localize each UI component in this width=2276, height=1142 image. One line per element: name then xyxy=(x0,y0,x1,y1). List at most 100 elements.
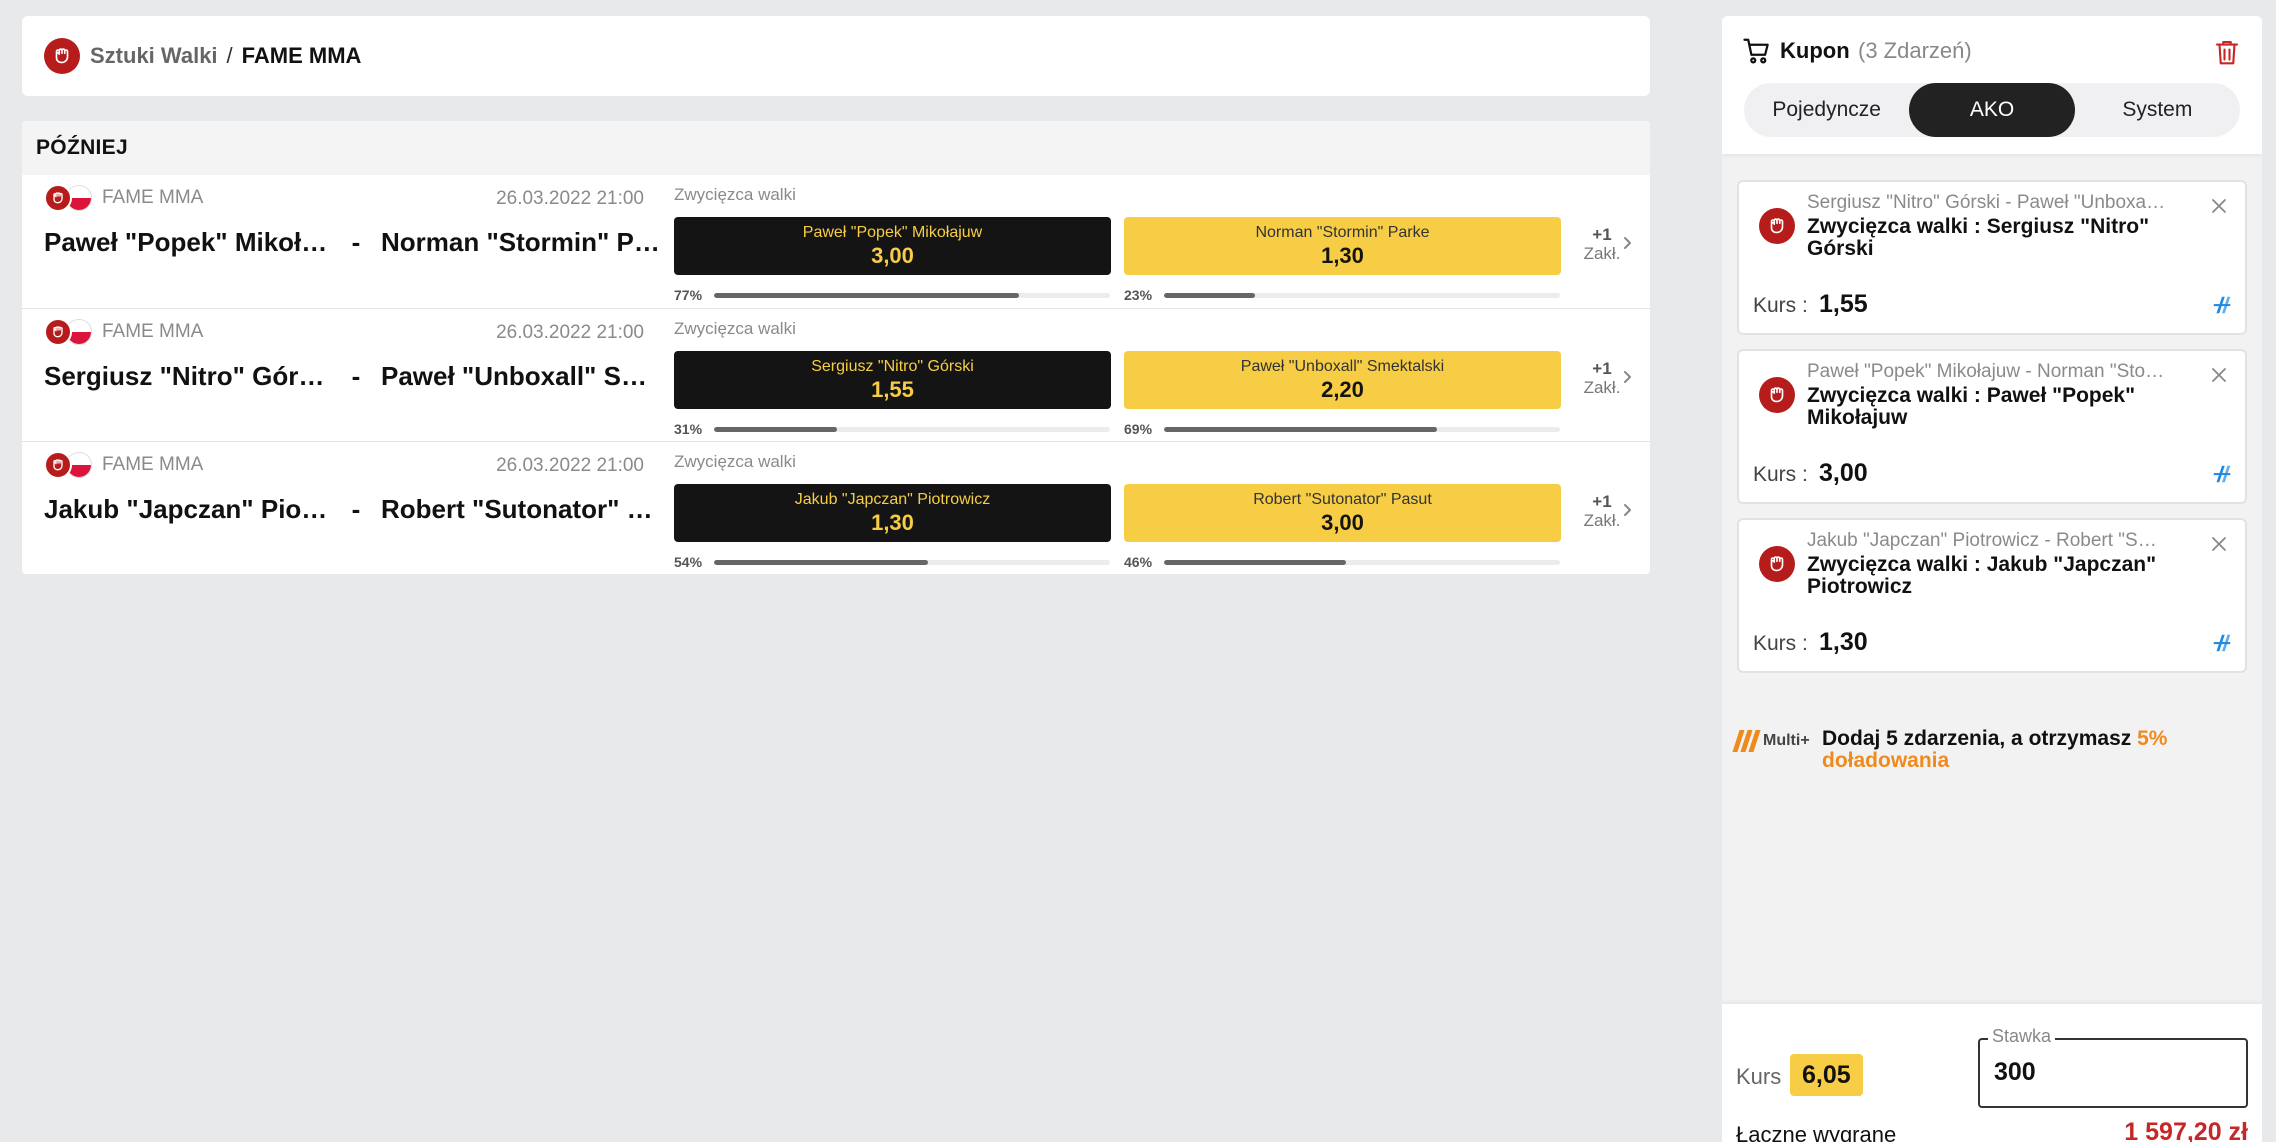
bet-slip-header: Kupon (3 Zdarzeń) Pojedyncze AKO System xyxy=(1722,16,2262,154)
league-name[interactable]: FAME MMA xyxy=(102,187,203,209)
breadcrumb: Sztuki Walki / FAME MMA xyxy=(22,16,1650,96)
events-list: PÓŹNIEJ FAME MMA 26.03.2022 21:00 Paweł … xyxy=(22,121,1650,574)
bet-slip-count: (3 Zdarzeń) xyxy=(1858,38,1972,63)
selection-pick: Zwycięzca walki : Paweł "Popek" Mikołaju… xyxy=(1807,384,2136,429)
bet-percentage-away: 46% xyxy=(1124,554,1153,570)
promo-text: Dodaj 5 zdarzenia, a otrzymasz 5% dołado… xyxy=(1822,727,2168,772)
fist-icon xyxy=(1759,208,1795,244)
tab-single[interactable]: Pojedyncze xyxy=(1744,83,1909,137)
close-icon[interactable] xyxy=(2207,363,2231,387)
event-row: FAME MMA 26.03.2022 21:00 Sergiusz "Nitr… xyxy=(22,308,1650,441)
fist-icon xyxy=(44,184,72,212)
selection-odds-value: 1,55 xyxy=(1819,290,1868,318)
league-name[interactable]: FAME MMA xyxy=(102,321,203,343)
event-row: FAME MMA 26.03.2022 21:00 Paweł "Popek" … xyxy=(22,175,1650,308)
odd-value: 2,20 xyxy=(1321,377,1364,402)
market-label: Zwycięzca walki xyxy=(674,319,796,338)
odd-value: 3,00 xyxy=(871,243,914,268)
away-team[interactable]: Paweł "Unboxall" Smektalski xyxy=(381,361,668,392)
away-team[interactable]: Norman "Stormin" Parke xyxy=(381,227,668,258)
popularity-bar-home xyxy=(714,293,1110,298)
chevron-right-icon[interactable] xyxy=(1617,500,1637,520)
popularity-bar-home xyxy=(714,560,1110,565)
bet-percentage-home: 31% xyxy=(674,421,703,437)
boost-icon[interactable] xyxy=(2211,463,2233,485)
bet-slip-title: Kupon xyxy=(1780,38,1850,63)
event-teams[interactable]: Paweł "Popek" Mikołajuw - Norman "Stormi… xyxy=(44,227,674,258)
event-row: FAME MMA 26.03.2022 21:00 Jakub "Japczan… xyxy=(22,441,1650,574)
event-date: 26.03.2022 21:00 xyxy=(496,188,644,209)
bet-slip-selection: Paweł "Popek" Mikołajuw - Norman "Stormi… xyxy=(1737,349,2247,504)
odd-button-home[interactable]: Paweł "Popek" Mikołajuw 3,00 xyxy=(674,217,1111,275)
selection-odds-label: Kurs : xyxy=(1753,294,1808,317)
odd-value: 1,55 xyxy=(871,377,914,402)
odd-value: 1,30 xyxy=(1321,243,1364,268)
market-label: Zwycięzca walki xyxy=(674,452,796,471)
bet-slip-selection: Jakub "Japczan" Piotrowicz - Robert "Sut… xyxy=(1737,518,2247,673)
bet-type-switch: Pojedyncze AKO System xyxy=(1744,83,2240,137)
home-team[interactable]: Sergiusz "Nitro" Górski xyxy=(44,361,331,392)
odd-button-away[interactable]: Norman "Stormin" Parke 1,30 xyxy=(1124,217,1561,275)
selection-odds-value: 3,00 xyxy=(1819,459,1868,487)
stake-label: Stawka xyxy=(1988,1026,2056,1047)
home-team[interactable]: Jakub "Japczan" Piotrowicz xyxy=(44,494,331,525)
selection-odds-value: 1,30 xyxy=(1819,628,1868,656)
multi-plus-logo: Multi+ xyxy=(1732,730,1810,752)
odd-selection-name: Paweł "Popek" Mikołajuw xyxy=(802,224,983,241)
trash-icon[interactable] xyxy=(2212,36,2242,68)
selection-pick: Zwycięzca walki : Sergiusz "Nitro" Górsk… xyxy=(1807,215,2150,260)
odd-button-away[interactable]: Paweł "Unboxall" Smektalski 2,20 xyxy=(1124,351,1561,409)
multi-bonus-promo: Multi+ Dodaj 5 zdarzenia, a otrzymasz 5%… xyxy=(1732,710,2246,772)
event-teams[interactable]: Jakub "Japczan" Piotrowicz - Robert "Sut… xyxy=(44,494,674,525)
fist-icon xyxy=(44,318,72,346)
away-team[interactable]: Robert "Sutonator" Pasut xyxy=(381,494,668,525)
selection-pick: Zwycięzca walki : Jakub "Japczan" Piotro… xyxy=(1807,553,2157,598)
close-icon[interactable] xyxy=(2207,532,2231,556)
total-odds-value: 6,05 xyxy=(1790,1054,1863,1096)
total-winnings-label: Łączne wygrane xyxy=(1736,1122,1897,1142)
popularity-bar-away xyxy=(1164,293,1560,298)
breadcrumb-current: FAME MMA xyxy=(241,43,362,68)
close-icon[interactable] xyxy=(2207,194,2231,218)
odd-value: 3,00 xyxy=(1321,510,1364,535)
cart-icon xyxy=(1743,38,1769,64)
selection-event: Jakub "Japczan" Piotrowicz - Robert "Sut… xyxy=(1807,530,2167,551)
bet-slip: Kupon (3 Zdarzeń) Pojedyncze AKO System … xyxy=(1722,16,2262,1142)
popularity-bar-home xyxy=(714,427,1110,432)
league-name[interactable]: FAME MMA xyxy=(102,454,203,476)
odd-button-home[interactable]: Sergiusz "Nitro" Górski 1,55 xyxy=(674,351,1111,409)
odd-selection-name: Paweł "Unboxall" Smektalski xyxy=(1240,358,1445,375)
bet-slip-footer: Kurs 6,05 Stawka Łączne wygrane 1 597,20… xyxy=(1722,1004,2262,1142)
chevron-right-icon[interactable] xyxy=(1617,233,1637,253)
event-meta: FAME MMA xyxy=(44,318,203,346)
odd-button-home[interactable]: Jakub "Japczan" Piotrowicz 1,30 xyxy=(674,484,1111,542)
event-meta: FAME MMA xyxy=(44,184,203,212)
breadcrumb-separator: / xyxy=(226,43,233,68)
fist-icon xyxy=(1759,546,1795,582)
tab-accumulator[interactable]: AKO xyxy=(1909,83,2075,137)
bet-slip-selection: Sergiusz "Nitro" Górski - Paweł "Unboxal… xyxy=(1737,180,2247,335)
popularity-bar-away xyxy=(1164,427,1560,432)
fist-icon xyxy=(44,38,80,74)
odd-selection-name: Robert "Sutonator" Pasut xyxy=(1253,491,1432,508)
breadcrumb-parent-link[interactable]: Sztuki Walki xyxy=(90,43,218,69)
bet-percentage-home: 54% xyxy=(674,554,703,570)
tab-system[interactable]: System xyxy=(2075,83,2240,137)
market-label: Zwycięzca walki xyxy=(674,185,796,204)
stake-field[interactable]: Stawka xyxy=(1978,1026,2248,1108)
boost-icon[interactable] xyxy=(2211,632,2233,654)
odd-selection-name: Norman "Stormin" Parke xyxy=(1255,224,1430,241)
event-teams[interactable]: Sergiusz "Nitro" Górski - Paweł "Unboxal… xyxy=(44,361,674,392)
boost-icon[interactable] xyxy=(2211,294,2233,316)
total-odds-label: Kurs xyxy=(1736,1064,1782,1089)
stake-input[interactable] xyxy=(1994,1058,2234,1087)
odd-value: 1,30 xyxy=(871,510,914,535)
section-title: PÓŹNIEJ xyxy=(22,121,1650,175)
odd-button-away[interactable]: Robert "Sutonator" Pasut 3,00 xyxy=(1124,484,1561,542)
total-winnings-value: 1 597,20 zł xyxy=(2124,1118,2248,1142)
teams-separator: - xyxy=(351,494,361,524)
chevron-right-icon[interactable] xyxy=(1617,367,1637,387)
home-team[interactable]: Paweł "Popek" Mikołajuw xyxy=(44,227,331,258)
bet-percentage-away: 23% xyxy=(1124,287,1153,303)
odd-selection-name: Sergiusz "Nitro" Górski xyxy=(811,358,974,375)
